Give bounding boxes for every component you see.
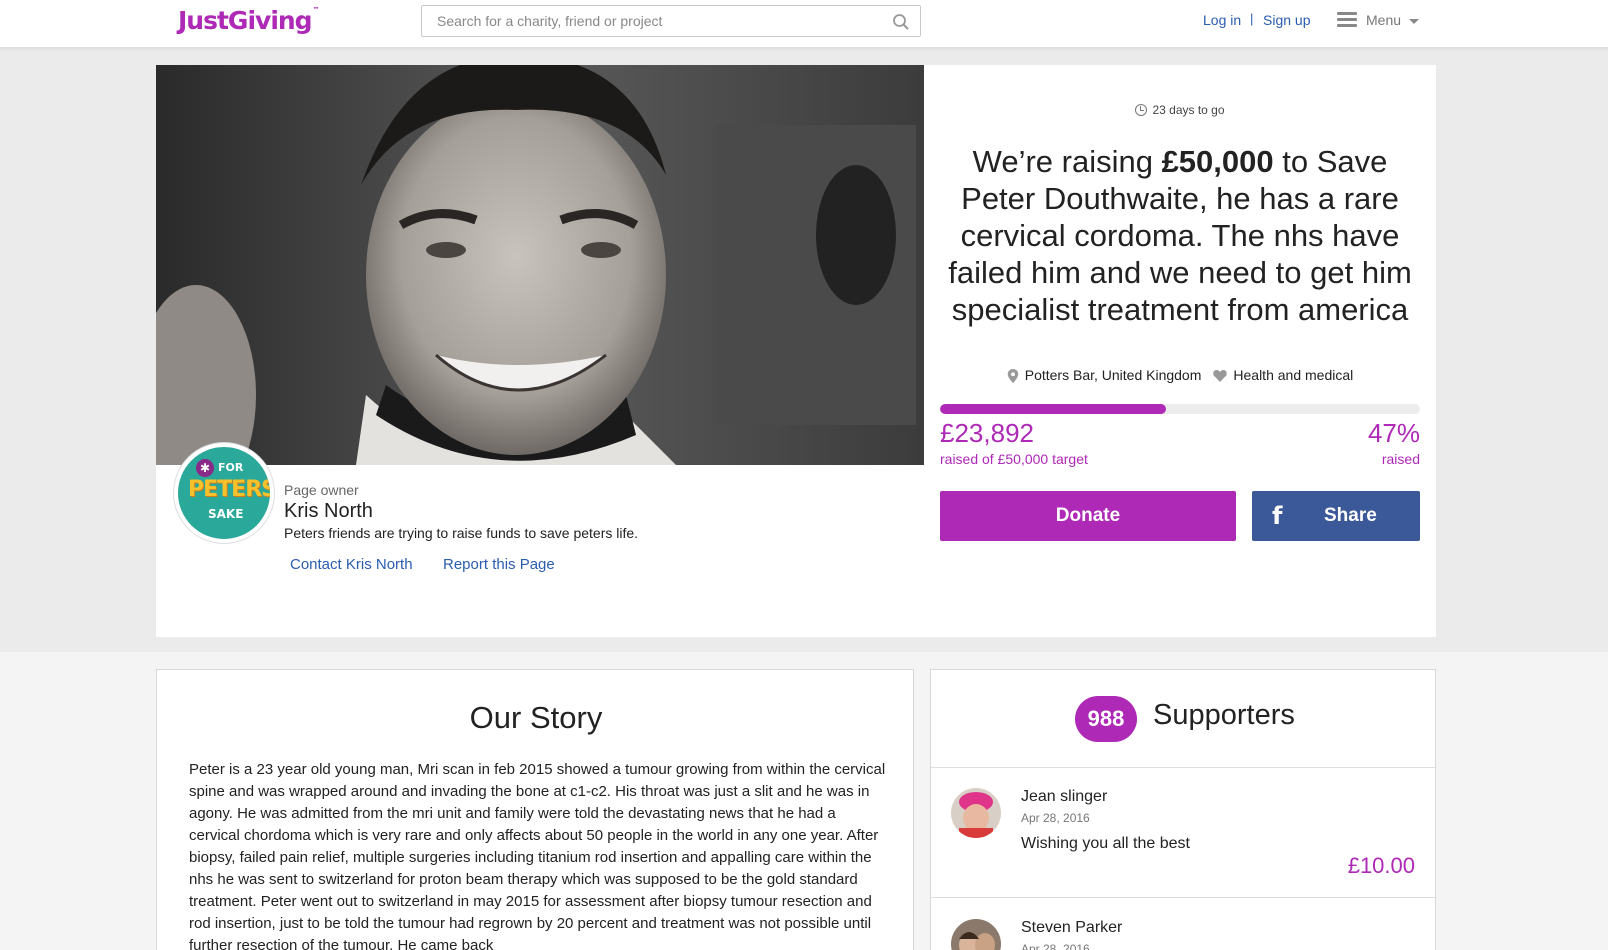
raised-amount: £23,892 [940, 418, 1034, 448]
clock-icon [1135, 104, 1148, 116]
site-header: JustGiving™ Log in | Sign up Menu [0, 0, 1608, 48]
supporter-name: Jean slinger [1021, 788, 1108, 805]
supporters-header: 988 Supporters [931, 670, 1435, 768]
percent-raised-label: raised [1381, 451, 1420, 467]
supporter-item: Steven Parker Apr 28, 2016 [931, 899, 1435, 950]
progress-fill [940, 404, 1166, 414]
search-icon[interactable] [892, 13, 910, 31]
donate-button[interactable]: Donate [940, 491, 1236, 541]
contact-owner-link[interactable]: Contact Kris North [290, 556, 413, 573]
nav-separator: | [1250, 11, 1254, 26]
story-card: Our Story Peter is a 23 year old young m… [156, 669, 914, 950]
campaign-photo [156, 65, 924, 465]
hamburger-menu-icon[interactable] [1337, 12, 1357, 28]
supporter-amount: £10.00 [1347, 853, 1415, 878]
menu-button[interactable]: Menu [1366, 12, 1401, 28]
campaign-summary: 23 days to go We’re raising £50,000 to S… [924, 65, 1436, 637]
supporter-message: Wishing you all the best [1021, 835, 1190, 852]
raised-target: raised of £50,000 target [940, 451, 1088, 467]
search-input[interactable] [422, 6, 862, 36]
share-label: Share [1324, 505, 1377, 526]
location-pin-icon [1007, 369, 1018, 383]
avatar-text-peters: PETERS [188, 477, 274, 502]
justgiving-logo[interactable]: JustGiving™ [178, 6, 320, 35]
avatar-text-for: FOR [218, 461, 244, 474]
supporter-name: Steven Parker [1021, 919, 1123, 936]
percent-raised: 47% [1367, 418, 1420, 448]
chevron-down-icon[interactable] [1409, 19, 1419, 24]
story-body: Peter is a 23 year old young man, Mri sc… [189, 761, 886, 950]
search-box [421, 5, 921, 37]
supporter-avatar [951, 788, 1001, 838]
campaign-location: Potters Bar, United Kingdom [1024, 367, 1202, 383]
supporters-title: Supporters [1153, 699, 1295, 731]
owner-avatar[interactable]: ✱ FOR PETERS SAKE [174, 443, 274, 543]
supporters-card: 988 Supporters Jean slinger Apr 28, 2016… [930, 669, 1436, 950]
page-owner-description: Peters friends are trying to raise funds… [284, 525, 639, 541]
login-link[interactable]: Log in [1203, 12, 1241, 28]
campaign-category: Health and medical [1233, 367, 1354, 383]
progress-bar [940, 404, 1420, 414]
campaign-headline: We’re raising £50,000 to Save Peter Dout… [948, 144, 1412, 327]
signup-link[interactable]: Sign up [1263, 12, 1310, 28]
page-owner-name: Kris North [284, 500, 373, 522]
facebook-icon: f [1272, 502, 1283, 530]
page-owner-label: Page owner [284, 482, 359, 498]
days-remaining: 23 days to go [924, 103, 1436, 117]
flower-icon: ✱ [196, 459, 214, 477]
story-title: Our Story [469, 700, 603, 735]
supporter-count-badge: 988 [1075, 696, 1137, 742]
supporter-date: Apr 28, 2016 [1021, 811, 1090, 825]
avatar-text-sake: SAKE [208, 507, 244, 521]
campaign-hero: ✱ FOR PETERS SAKE Page owner Kris North … [156, 65, 1436, 637]
heart-icon [1213, 369, 1228, 382]
supporter-date: Apr 28, 2016 [1021, 942, 1090, 950]
report-page-link[interactable]: Report this Page [443, 556, 555, 573]
facebook-share-button[interactable]: f Share [1252, 491, 1420, 541]
supporter-item: Jean slinger Apr 28, 2016 Wishing you al… [931, 768, 1435, 898]
campaign-meta: Potters Bar, United Kingdom Health and me… [924, 367, 1436, 383]
supporter-avatar [951, 919, 1001, 950]
